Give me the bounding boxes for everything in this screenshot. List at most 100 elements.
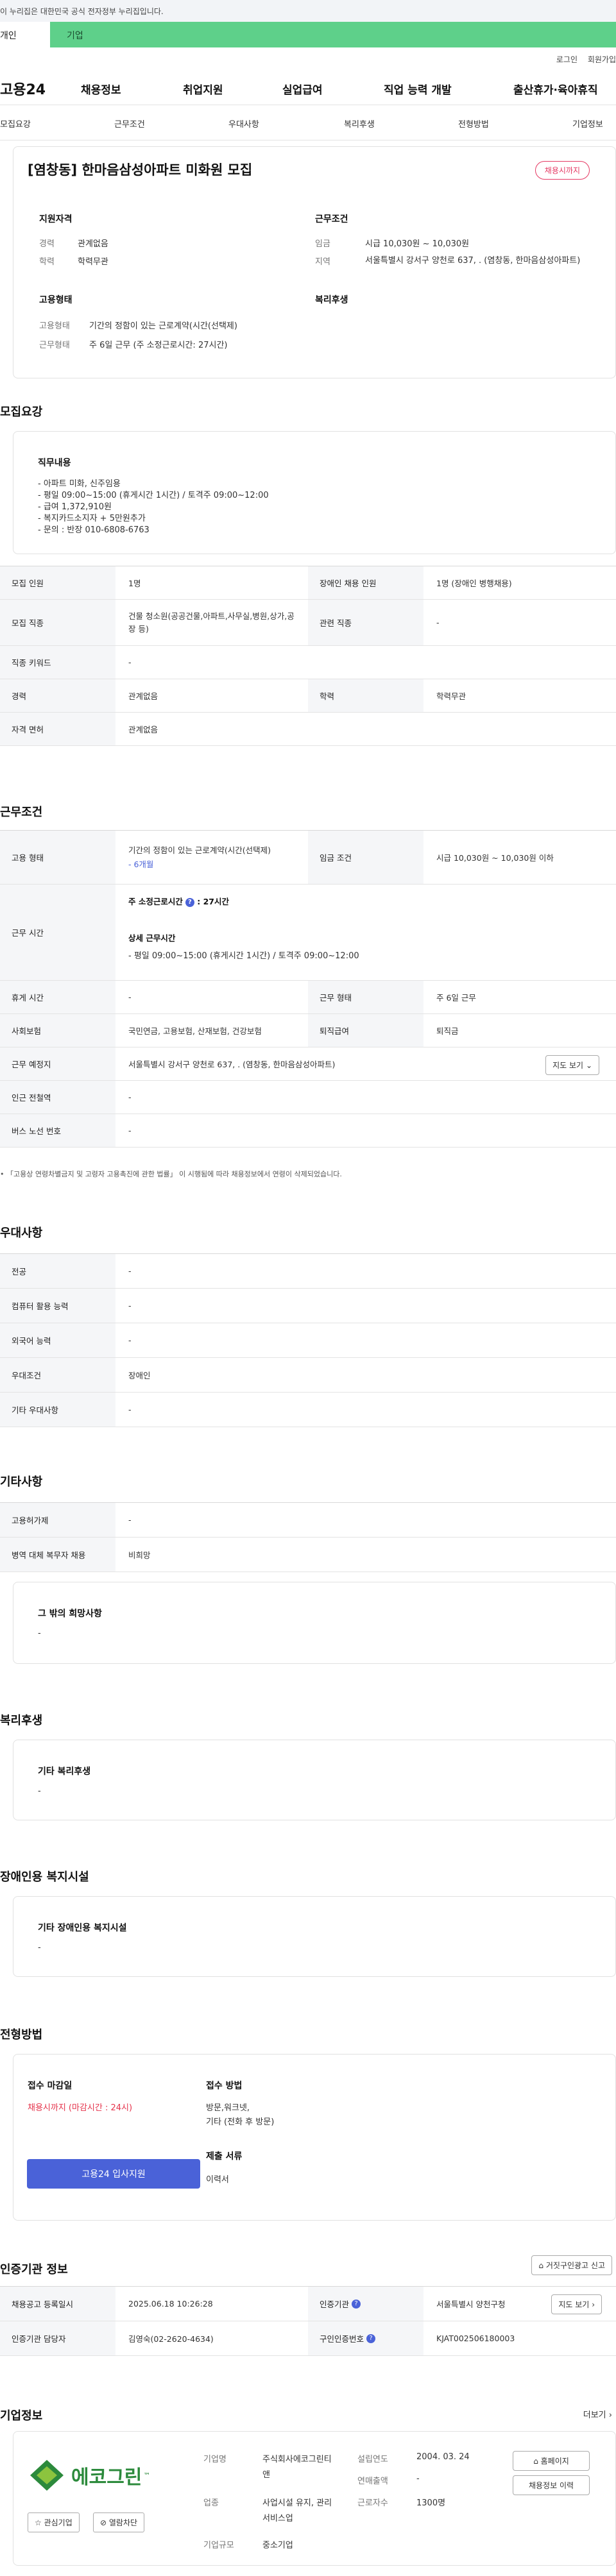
more-label: 더보기 — [583, 2411, 606, 2420]
size-value: 중소기업 — [262, 2541, 293, 2550]
subnav-selection[interactable]: 전형방법 — [458, 117, 489, 130]
cert-table: 채용공고 등록일시 2025.06.18 10:26:28 인증기관? 서울특별… — [0, 2286, 616, 2356]
th: 자격 면허 — [0, 713, 116, 745]
job-summary-card: [염창동] 한마음삼성아파트 미화원 모집 채용시까지 지원자격 경력 관계없음… — [13, 146, 616, 378]
subnav-company[interactable]: 기업정보 — [572, 117, 603, 130]
chevron-right-icon: › — [608, 2411, 612, 2420]
qual-header: 지원자격 — [39, 214, 73, 225]
home-label: 홈페이지 — [540, 2457, 569, 2466]
td: - — [128, 1092, 132, 1102]
table-row: 고용허가제 - — [0, 1503, 616, 1538]
subnav-recruit[interactable]: 모집요강 — [0, 117, 31, 130]
gov-banner-text: 이 누리집은 대한민국 공식 전자정부 누리집입니다. — [0, 7, 164, 16]
company-title: 기업정보 — [0, 2409, 43, 2423]
home-icon: ⌂ — [533, 2457, 538, 2466]
table-row: 외국어 능력 - — [0, 1323, 616, 1358]
gnb-menu-support[interactable]: 취업지원 — [183, 81, 223, 97]
table-row: 모집 직종 건물 청소원(공공건물,아파트,사무실,병원,상가,공장 등) 관련… — [0, 600, 616, 646]
site-logo[interactable]: 고용24 — [0, 78, 46, 99]
career-label: 경력 — [39, 239, 55, 249]
age-note-text: 「고용상 연령차별금지 및 고령자 고용촉진에 관한 법률」 이 시행됨에 따라… — [6, 1170, 342, 1178]
employees-label: 근로자수 — [357, 2498, 388, 2508]
duty-line: - 급여 1,372,910원 — [38, 502, 112, 512]
job-history-button[interactable]: 채용정보 이력 — [513, 2475, 590, 2495]
tab-personal[interactable]: 개인 — [0, 22, 50, 47]
cert-num-label: 구인인증번호 — [320, 2334, 364, 2344]
block-label: 열람차단 — [108, 2518, 138, 2527]
td: 1명 — [128, 579, 141, 588]
td: 퇴직금 — [436, 1026, 459, 1036]
th: 인근 전철역 — [0, 1081, 116, 1114]
td: 학력무관 — [436, 691, 466, 701]
etc-box-header: 그 밖의 희망사항 — [38, 1609, 102, 1619]
emp-label: 고용형태 — [39, 321, 70, 331]
duty-line: - 문의 : 반장 010-6808-6763 — [38, 525, 150, 535]
table-row: 근무 시간 주 소정근로시간? : 27시간 상세 근무시간 - 평일 09:0… — [0, 885, 616, 981]
gnb-menu-training[interactable]: 직업 능력 개발 — [384, 81, 452, 97]
hours-week: 주 소정근로시간? : 27시간 — [128, 897, 229, 907]
emp-type-value: 기간의 정함이 있는 근로계약(시간(선택제) — [128, 845, 271, 855]
th: 인증기관? — [308, 2287, 424, 2321]
block-icon: ⊘ — [100, 2518, 107, 2527]
company-logo-mark — [30, 2460, 64, 2491]
gnb-menu-benefit[interactable]: 실업급여 — [282, 81, 323, 97]
hours-week-value: 27시간 — [203, 897, 229, 906]
sales-label: 연매출액 — [357, 2477, 388, 2486]
th: 모집 인원 — [0, 566, 116, 599]
section-nav: 모집요강 근무조건 우대사항 복리후생 전형방법 기업정보 — [0, 105, 616, 140]
help-icon[interactable]: ? — [185, 897, 194, 907]
td: 김영숙(02-2620-4634) — [128, 2334, 214, 2344]
login-link[interactable]: 로그인 — [556, 55, 578, 64]
hours-detail-label: 상세 근무시간 — [128, 933, 176, 943]
report-fake-ad-button[interactable]: ⌂ 거짓구인광고 신고 — [531, 2255, 612, 2275]
est-value: 2004. 03. 24 — [416, 2452, 470, 2462]
td: 서울특별시 강서구 양천로 637, . (염창동, 한마음삼성아파트) — [128, 1060, 336, 1069]
apply-button[interactable]: 고용24 입사지원 — [27, 2159, 200, 2189]
industry-label: 업종 — [203, 2498, 219, 2508]
tab-company[interactable]: 기업 — [50, 22, 616, 47]
subnav-prefer[interactable]: 우대사항 — [228, 117, 259, 130]
top-tabs: 개인 기업 — [0, 22, 616, 47]
help-icon[interactable]: ? — [352, 2299, 361, 2309]
cond-header: 근무조건 — [315, 214, 348, 225]
td: - — [436, 618, 440, 627]
block-company-button[interactable]: ⊘ 열람차단 — [93, 2512, 145, 2532]
gnb-menu-jobs[interactable]: 채용정보 — [81, 81, 121, 97]
company-more-link[interactable]: 더보기 › — [583, 2408, 612, 2420]
th: 장애인 채용 인원 — [308, 566, 424, 599]
wage-label: 임금 — [315, 239, 330, 249]
duty-header: 직무내용 — [38, 458, 71, 468]
report-btn-label: 거짓구인광고 신고 — [545, 2261, 605, 2270]
th: 퇴직급여 — [308, 1014, 424, 1047]
method-value-1: 방문,워크넷, — [206, 2103, 250, 2113]
map-view-button[interactable]: 지도 보기 ⌄ — [545, 1055, 599, 1075]
work-value: 주 6일 근무 (주 소정근로시간: 27시간) — [89, 341, 228, 350]
table-row: 휴게 시간 - 근무 형태 주 6일 근무 — [0, 981, 616, 1014]
homepage-button[interactable]: ⌂ 홈페이지 — [513, 2451, 590, 2471]
region-value: 서울특별시 강서구 양천로 637, . (염창동, 한마음삼성아파트) — [365, 256, 581, 266]
favorite-company-button[interactable]: ☆ 관심기업 — [28, 2512, 80, 2532]
td: 장애인 — [128, 1371, 151, 1380]
chevron-right-icon: › — [592, 2300, 595, 2309]
table-row: 전공 - — [0, 1254, 616, 1289]
th: 모집 직종 — [0, 600, 116, 645]
company-card: 에코그린 ™ ☆ 관심기업 ⊘ 열람차단 기업명 주식회사에코그린티앤 업종 사… — [13, 2431, 616, 2566]
agency-map-button[interactable]: 지도 보기 › — [551, 2294, 602, 2314]
disabled-box: 기타 장애인용 복지시설 - — [13, 1896, 616, 1977]
etc-box-value: - — [38, 1629, 41, 1638]
th: 기타 우대사항 — [0, 1393, 116, 1427]
est-label: 설립연도 — [357, 2455, 388, 2464]
subnav-conditions[interactable]: 근무조건 — [114, 117, 145, 130]
th: 근무 예정지 — [0, 1047, 116, 1080]
help-icon[interactable]: ? — [366, 2334, 376, 2343]
subnav-welfare[interactable]: 복리후생 — [344, 117, 375, 130]
td: 건물 청소원(공공건물,아파트,사무실,병원,상가,공장 등) — [128, 611, 295, 634]
td: 관계없음 — [128, 691, 158, 701]
td: 관계없음 — [128, 725, 158, 734]
status-badge: 채용시까지 — [535, 161, 590, 180]
th: 학력 — [308, 679, 424, 712]
deadline-value: 채용시까지 (마감시간 : 24시) — [28, 2103, 133, 2113]
signup-link[interactable]: 회원가입 — [588, 55, 616, 64]
gnb-menu-leave[interactable]: 출산휴가·육아휴직 — [513, 81, 598, 97]
th: 구인인증번호? — [308, 2321, 424, 2355]
